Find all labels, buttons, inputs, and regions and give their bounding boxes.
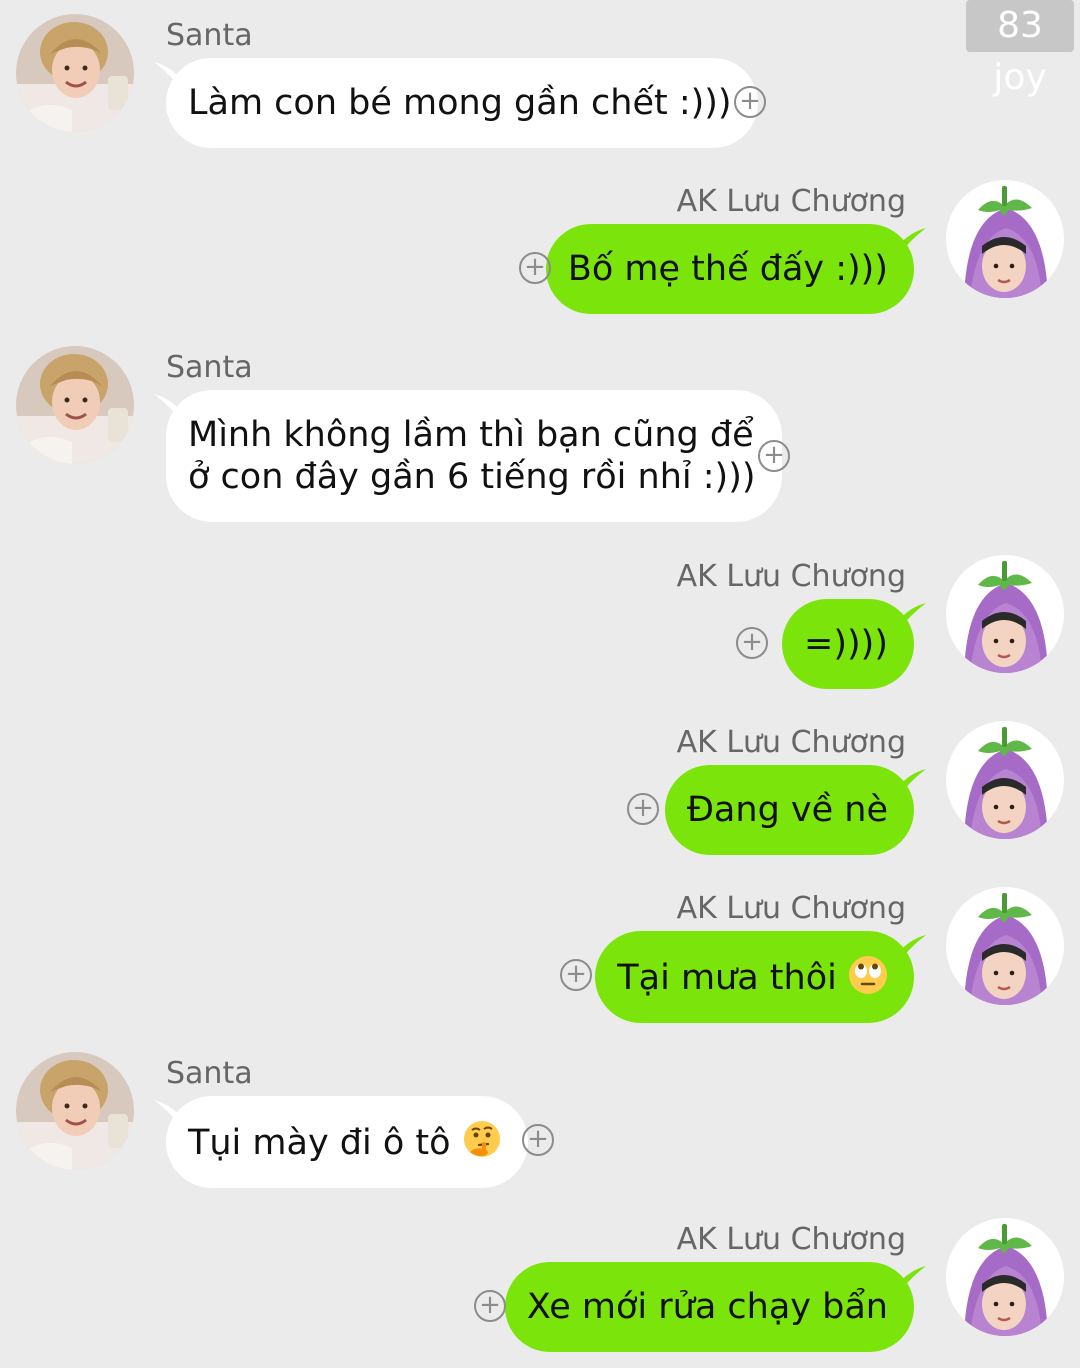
sender-name: AK Lưu Chương [676,891,906,926]
add-reaction-button[interactable]: + [627,793,659,825]
ak-avatar[interactable] [946,1218,1064,1336]
message-text: Tụi mày đi ô tô [188,1123,451,1163]
message-text: Đang về nè [686,790,888,830]
sender-name: AK Lưu Chương [676,725,906,760]
add-reaction-button[interactable]: + [736,627,768,659]
message-text: Tại mưa thôi [617,958,837,998]
incoming-message-bubble[interactable]: Mình không lầm thì bạn cũng để ở con đây… [166,390,782,522]
message-text: Mình không lầm thì bạn cũng để ở con đây… [188,415,756,497]
eye-roll-emoji-icon [848,955,888,995]
ak-avatar[interactable] [946,721,1064,839]
add-reaction-button[interactable]: + [522,1124,554,1156]
outgoing-message-bubble[interactable]: Bố mẹ thế đấy :))) [545,224,914,314]
add-reaction-button[interactable]: + [734,86,766,118]
santa-avatar[interactable] [16,346,134,464]
plus-icon: + [524,252,546,282]
thinking-face-emoji-icon [462,1120,502,1160]
outgoing-message-bubble[interactable]: =)))) [782,599,914,689]
incoming-message-bubble[interactable]: Tụi mày đi ô tô [166,1096,528,1188]
incoming-message-bubble[interactable]: Làm con bé mong gần chết :))) [166,58,758,148]
plus-icon: + [763,440,785,470]
sender-name: Santa [166,1056,253,1091]
outgoing-message-bubble[interactable]: Tại mưa thôi [595,931,914,1023]
plus-icon: + [739,86,761,116]
sender-name: Santa [166,18,253,53]
chat-screen: 83 joy Santa Làm con bé mong gần chết :)… [0,0,1080,1368]
plus-icon: + [632,793,654,823]
add-reaction-button[interactable]: + [560,959,592,991]
watermark: 83 joy [966,0,1074,98]
plus-icon: + [527,1124,549,1154]
add-reaction-button[interactable]: + [519,252,551,284]
message-text: =)))) [804,624,888,664]
outgoing-message-bubble[interactable]: Đang về nè [664,765,914,855]
add-reaction-button[interactable]: + [758,440,790,472]
santa-avatar[interactable] [16,1052,134,1170]
plus-icon: + [479,1290,501,1320]
message-text: Bố mẹ thế đấy :))) [567,249,888,289]
santa-avatar[interactable] [16,14,134,132]
sender-name: AK Lưu Chương [676,1222,906,1257]
plus-icon: + [565,959,587,989]
sender-name: AK Lưu Chương [676,559,906,594]
sender-name: Santa [166,350,253,385]
plus-icon: + [741,627,763,657]
outgoing-message-bubble[interactable]: Xe mới rửa chạy bẩn [504,1262,914,1352]
add-reaction-button[interactable]: + [474,1290,506,1322]
ak-avatar[interactable] [946,887,1064,1005]
message-text: Làm con bé mong gần chết :))) [188,83,732,123]
sender-name: AK Lưu Chương [676,184,906,219]
message-text: Xe mới rửa chạy bẩn [526,1287,888,1327]
ak-avatar[interactable] [946,555,1064,673]
ak-avatar[interactable] [946,180,1064,298]
